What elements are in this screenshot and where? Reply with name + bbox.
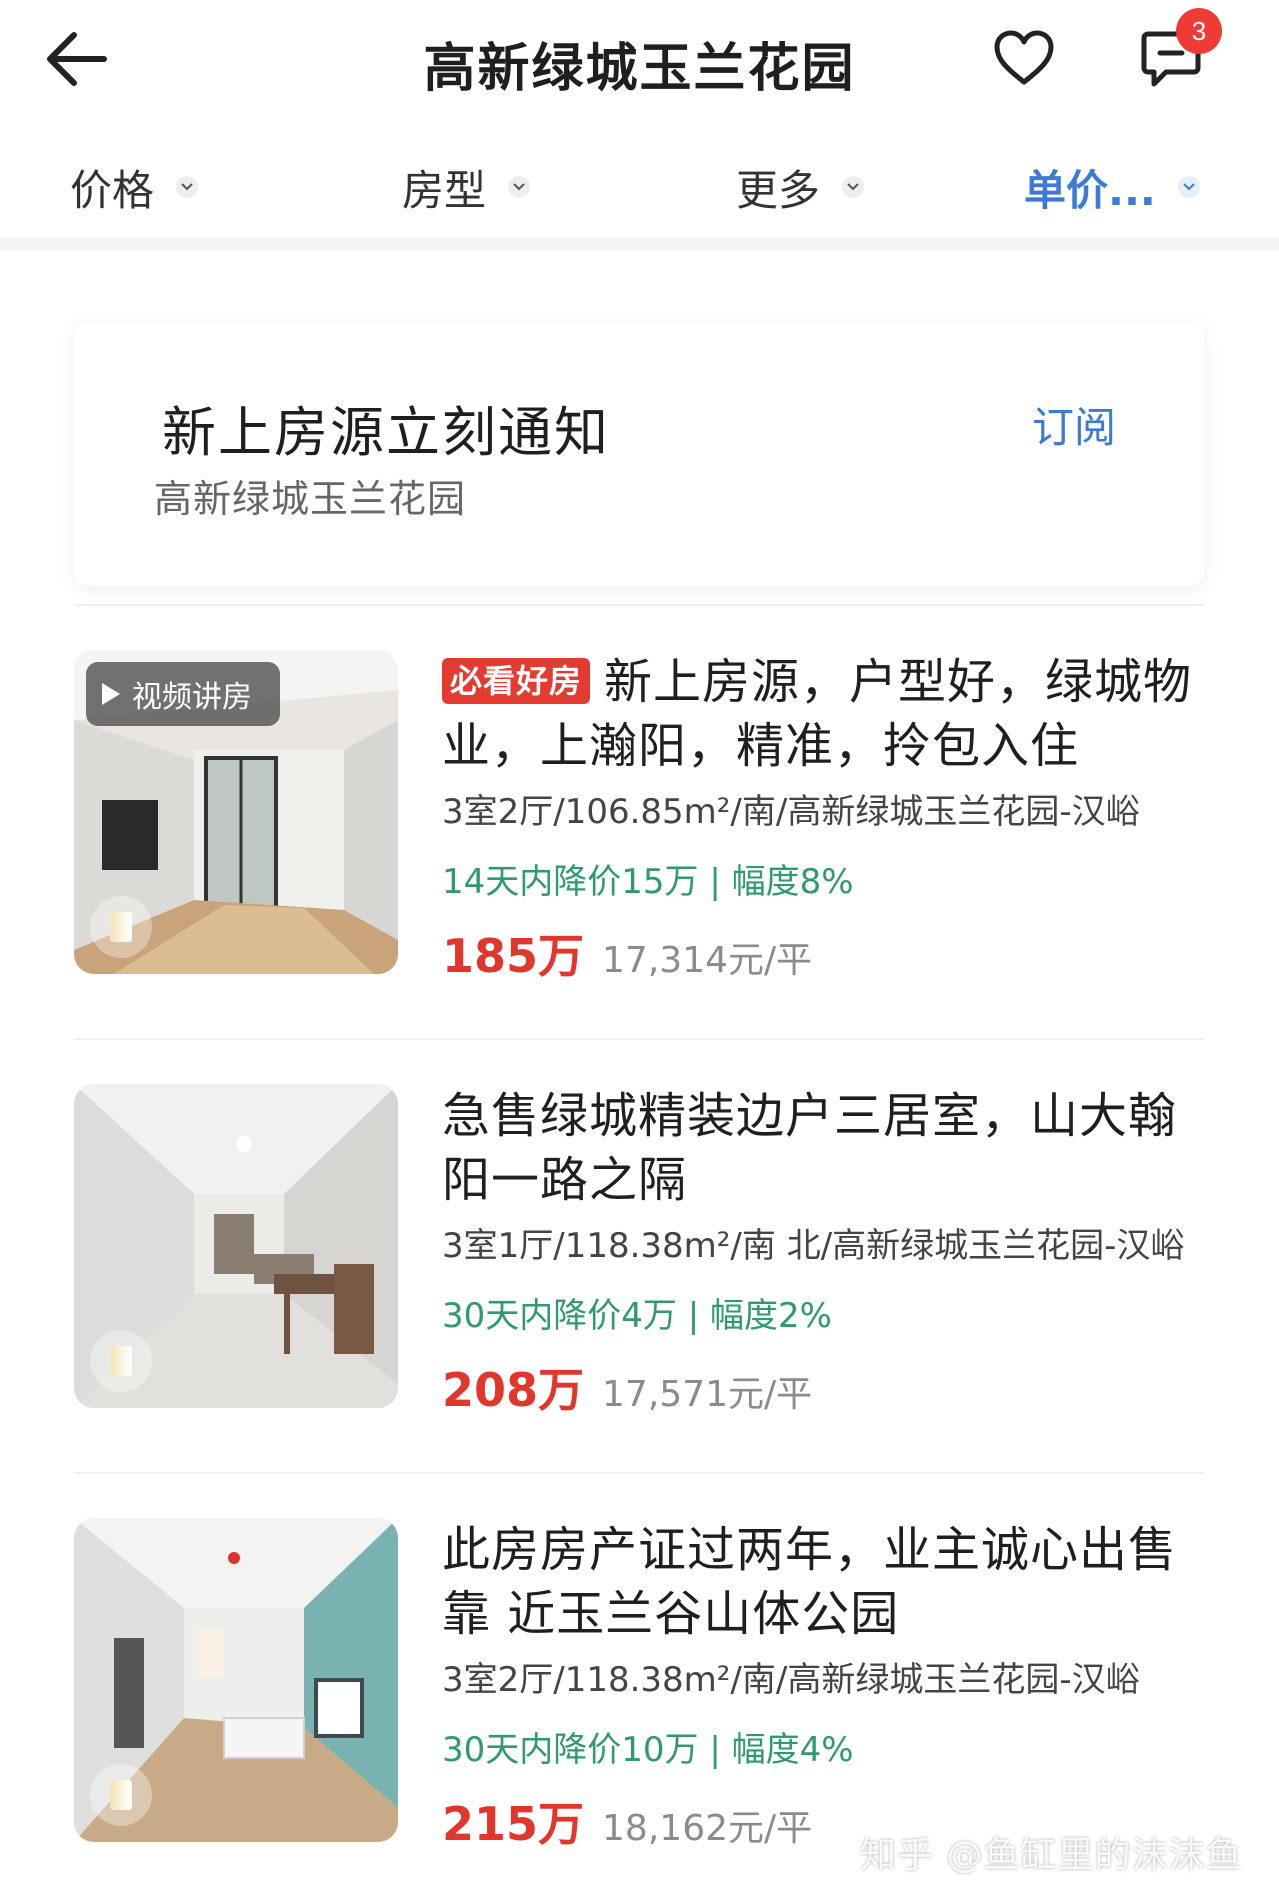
unit-price: 17,314元/平 bbox=[602, 940, 813, 981]
play-icon bbox=[102, 683, 120, 705]
subscribe-title: 新上房源立刻通知 bbox=[162, 401, 610, 464]
listing-item[interactable]: 此房房产证过两年，业主诚心出售靠 近玉兰谷山体公园 3室2厅/118.38m²/… bbox=[74, 1518, 1204, 1851]
favorite-button[interactable] bbox=[992, 28, 1056, 88]
chevron-down-icon bbox=[842, 176, 865, 198]
vr-tour-icon[interactable] bbox=[90, 1330, 152, 1392]
subscribe-card: 新上房源立刻通知 高新绿城玉兰花园 订阅 bbox=[74, 322, 1204, 586]
listing-specs: 3室2厅/106.85m²/南/高新绿城玉兰花园-汉峪 bbox=[442, 792, 1140, 832]
filter-price[interactable]: 价格 bbox=[70, 160, 199, 215]
video-tag[interactable]: 视频讲房 bbox=[86, 662, 280, 726]
filter-label: 价格 bbox=[70, 165, 155, 215]
subscribe-button[interactable]: 订阅 bbox=[1032, 394, 1116, 455]
filter-label: 单价... bbox=[1024, 165, 1156, 215]
price-drop: 30天内降价4万 | 幅度2% bbox=[442, 1296, 832, 1336]
listing-info: 必看好房 新上房源，户型好，绿城物业，上瀚阳，精准，拎包入住 3室2厅/106.8… bbox=[442, 650, 1222, 986]
listing-photo[interactable] bbox=[74, 1084, 398, 1408]
total-price: 215万 bbox=[442, 1797, 585, 1851]
price-drop: 30天内降价10万 | 幅度4% bbox=[442, 1730, 854, 1770]
heart-icon bbox=[994, 30, 1054, 85]
chevron-down-icon bbox=[508, 176, 531, 198]
section-divider bbox=[0, 238, 1279, 250]
unit-price: 18,162元/平 bbox=[602, 1808, 813, 1849]
listing-info: 此房房产证过两年，业主诚心出售靠 近玉兰谷山体公园 3室2厅/118.38m²/… bbox=[442, 1518, 1222, 1854]
price-row: 185万 17,314元/平 bbox=[442, 920, 1222, 986]
divider bbox=[74, 604, 1204, 606]
listing-info: 急售绿城精装边户三居室，山大翰阳一路之隔 3室1厅/118.38m²/南 北/高… bbox=[442, 1084, 1222, 1420]
listing-title: 急售绿城精装边户三居室，山大翰阳一路之隔 bbox=[442, 1088, 1178, 1208]
top-bar: 高新绿城玉兰花园 3 bbox=[0, 0, 1279, 118]
price-drop: 14天内降价15万 | 幅度8% bbox=[442, 862, 854, 902]
must-see-badge: 必看好房 bbox=[442, 658, 591, 704]
listing-title: 此房房产证过两年，业主诚心出售靠 近玉兰谷山体公园 bbox=[442, 1522, 1178, 1642]
listing-photo[interactable] bbox=[74, 1518, 398, 1842]
listing-specs: 3室1厅/118.38m²/南 北/高新绿城玉兰花园-汉峪 bbox=[442, 1226, 1185, 1266]
filter-bar: 价格 房型 更多 单价... bbox=[0, 140, 1279, 236]
divider bbox=[74, 1472, 1204, 1474]
listing-title: 必看好房 新上房源，户型好，绿城物业，上瀚阳，精准，拎包入住 bbox=[442, 650, 1222, 778]
filter-label: 更多 bbox=[736, 165, 821, 215]
listing-item[interactable]: 视频讲房 必看好房 新上房源，户型好，绿城物业，上瀚阳，精准，拎包入住 3室2厅/… bbox=[74, 650, 1204, 983]
filter-unit-price[interactable]: 单价... bbox=[1024, 160, 1200, 215]
chevron-down-icon bbox=[1177, 176, 1200, 198]
divider bbox=[74, 1038, 1204, 1040]
filter-more[interactable]: 更多 bbox=[736, 160, 865, 215]
vr-tour-icon[interactable] bbox=[90, 1764, 152, 1826]
page-title: 高新绿城玉兰花园 bbox=[423, 39, 856, 99]
chevron-down-icon bbox=[176, 176, 199, 198]
filter-layout[interactable]: 房型 bbox=[402, 160, 531, 215]
price-row: 208万 17,571元/平 bbox=[442, 1354, 1222, 1420]
message-count-badge: 3 bbox=[1176, 8, 1222, 54]
total-price: 208万 bbox=[442, 1363, 585, 1417]
unit-price: 17,571元/平 bbox=[602, 1374, 813, 1415]
watermark: 知乎 @鱼缸里的沫沫鱼 bbox=[860, 1835, 1243, 1876]
video-tag-label: 视频讲房 bbox=[132, 680, 252, 715]
filter-label: 房型 bbox=[402, 165, 487, 215]
listing-specs: 3室2厅/118.38m²/南/高新绿城玉兰花园-汉峪 bbox=[442, 1660, 1140, 1700]
subscribe-community: 高新绿城玉兰花园 bbox=[154, 477, 467, 521]
vr-tour-icon[interactable] bbox=[90, 896, 152, 958]
listing-photo[interactable]: 视频讲房 bbox=[74, 650, 398, 974]
listing-item[interactable]: 急售绿城精装边户三居室，山大翰阳一路之隔 3室1厅/118.38m²/南 北/高… bbox=[74, 1084, 1204, 1417]
total-price: 185万 bbox=[442, 929, 585, 983]
